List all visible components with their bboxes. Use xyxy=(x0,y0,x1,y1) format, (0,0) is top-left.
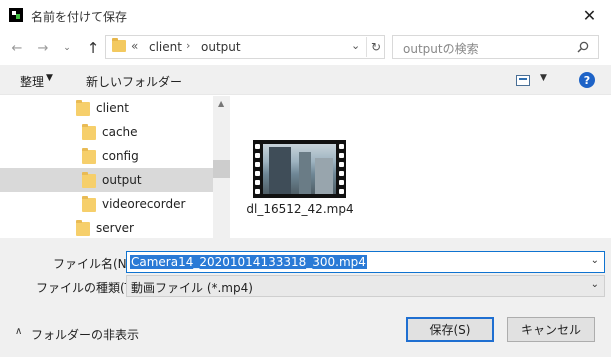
organize-button[interactable]: 整理 xyxy=(20,73,44,90)
title-bar: 名前を付けて保存 ✕ xyxy=(0,0,611,31)
chevron-up-icon[interactable]: ∧ xyxy=(15,326,22,337)
tree-item-config[interactable]: config xyxy=(0,144,213,168)
command-toolbar: 整理 ▼ 新しいフォルダー ▼ ? xyxy=(0,65,611,95)
forward-arrow-icon[interactable]: → xyxy=(34,39,52,57)
filename-input[interactable]: Camera14_20201014133318_300.mp4 ⌄ xyxy=(126,251,605,273)
help-icon[interactable]: ? xyxy=(579,72,595,88)
tree-item-output[interactable]: output xyxy=(0,168,213,192)
tree-item-cache[interactable]: cache xyxy=(0,120,213,144)
search-icon[interactable] xyxy=(577,41,589,53)
save-form: ファイル名(N): Camera14_20201014133318_300.mp… xyxy=(0,238,611,357)
folder-icon xyxy=(82,172,96,188)
new-folder-button[interactable]: 新しいフォルダー xyxy=(86,73,182,90)
filename-label: ファイル名(N): xyxy=(53,257,136,271)
folder-icon xyxy=(82,196,96,212)
window-title: 名前を付けて保存 xyxy=(31,10,128,24)
back-arrow-icon[interactable]: ← xyxy=(8,39,26,57)
search-placeholder: outputの検索 xyxy=(403,42,479,56)
tree-item-label: output xyxy=(102,173,142,187)
organize-dropdown-icon[interactable]: ▼ xyxy=(46,73,53,83)
video-frame-image xyxy=(263,144,336,194)
up-arrow-icon[interactable]: ↑ xyxy=(84,39,102,57)
filetype-select[interactable]: 動画ファイル (*.mp4) ⌄ xyxy=(126,275,605,297)
folder-icon xyxy=(82,124,96,140)
breadcrumb-client[interactable]: client xyxy=(149,40,182,54)
tree-item-label: server xyxy=(96,221,134,235)
tree-item-label: cache xyxy=(102,125,138,139)
filetype-value: 動画ファイル (*.mp4) xyxy=(131,281,253,295)
overflow-chevron-icon[interactable]: « xyxy=(131,39,138,53)
scrollbar-thumb[interactable] xyxy=(213,160,230,178)
address-dropdown-icon[interactable]: ⌄ xyxy=(351,39,360,52)
tree-scrollbar[interactable]: ▲ xyxy=(213,96,230,238)
tree-item-label: config xyxy=(102,149,139,163)
breadcrumb-output[interactable]: output xyxy=(201,40,241,54)
scroll-up-icon[interactable]: ▲ xyxy=(218,99,224,108)
filetype-dropdown-icon[interactable]: ⌄ xyxy=(591,279,599,290)
search-input[interactable]: outputの検索 xyxy=(392,35,599,59)
view-options-icon[interactable] xyxy=(516,75,530,86)
refresh-icon[interactable]: ↻ xyxy=(366,37,385,57)
tree-item-server[interactable]: server xyxy=(0,216,213,238)
close-button[interactable]: ✕ xyxy=(568,0,611,31)
folder-icon xyxy=(76,100,90,116)
file-list-pane: dl_16512_42.mp4 xyxy=(230,96,611,238)
tree-item-label: client xyxy=(96,101,129,115)
folder-icon xyxy=(76,220,90,236)
filename-dropdown-icon[interactable]: ⌄ xyxy=(591,255,599,266)
file-item[interactable]: dl_16512_42.mp4 xyxy=(244,130,356,220)
tree-item-label: videorecorder xyxy=(102,197,186,211)
hide-folders-toggle[interactable]: フォルダーの非表示 xyxy=(31,326,139,343)
address-bar[interactable]: « client › output ⌄ ↻ xyxy=(105,35,385,59)
save-button[interactable]: 保存(S) xyxy=(406,317,494,342)
recent-locations-chevron-icon[interactable]: ⌄ xyxy=(58,39,76,57)
video-thumbnail xyxy=(253,140,346,198)
view-dropdown-icon[interactable]: ▼ xyxy=(540,73,547,83)
filename-value[interactable]: Camera14_20201014133318_300.mp4 xyxy=(130,255,367,269)
folder-icon xyxy=(112,38,126,52)
file-name: dl_16512_42.mp4 xyxy=(246,202,354,216)
tree-item-videorecorder[interactable]: videorecorder xyxy=(0,192,213,216)
folder-tree-pane: client cache config output videorecorder… xyxy=(0,96,213,238)
breadcrumb-separator-icon[interactable]: › xyxy=(186,39,190,52)
app-icon xyxy=(9,8,23,22)
tree-item-client[interactable]: client xyxy=(0,96,213,120)
cancel-button[interactable]: キャンセル xyxy=(507,317,595,342)
folder-icon xyxy=(82,148,96,164)
